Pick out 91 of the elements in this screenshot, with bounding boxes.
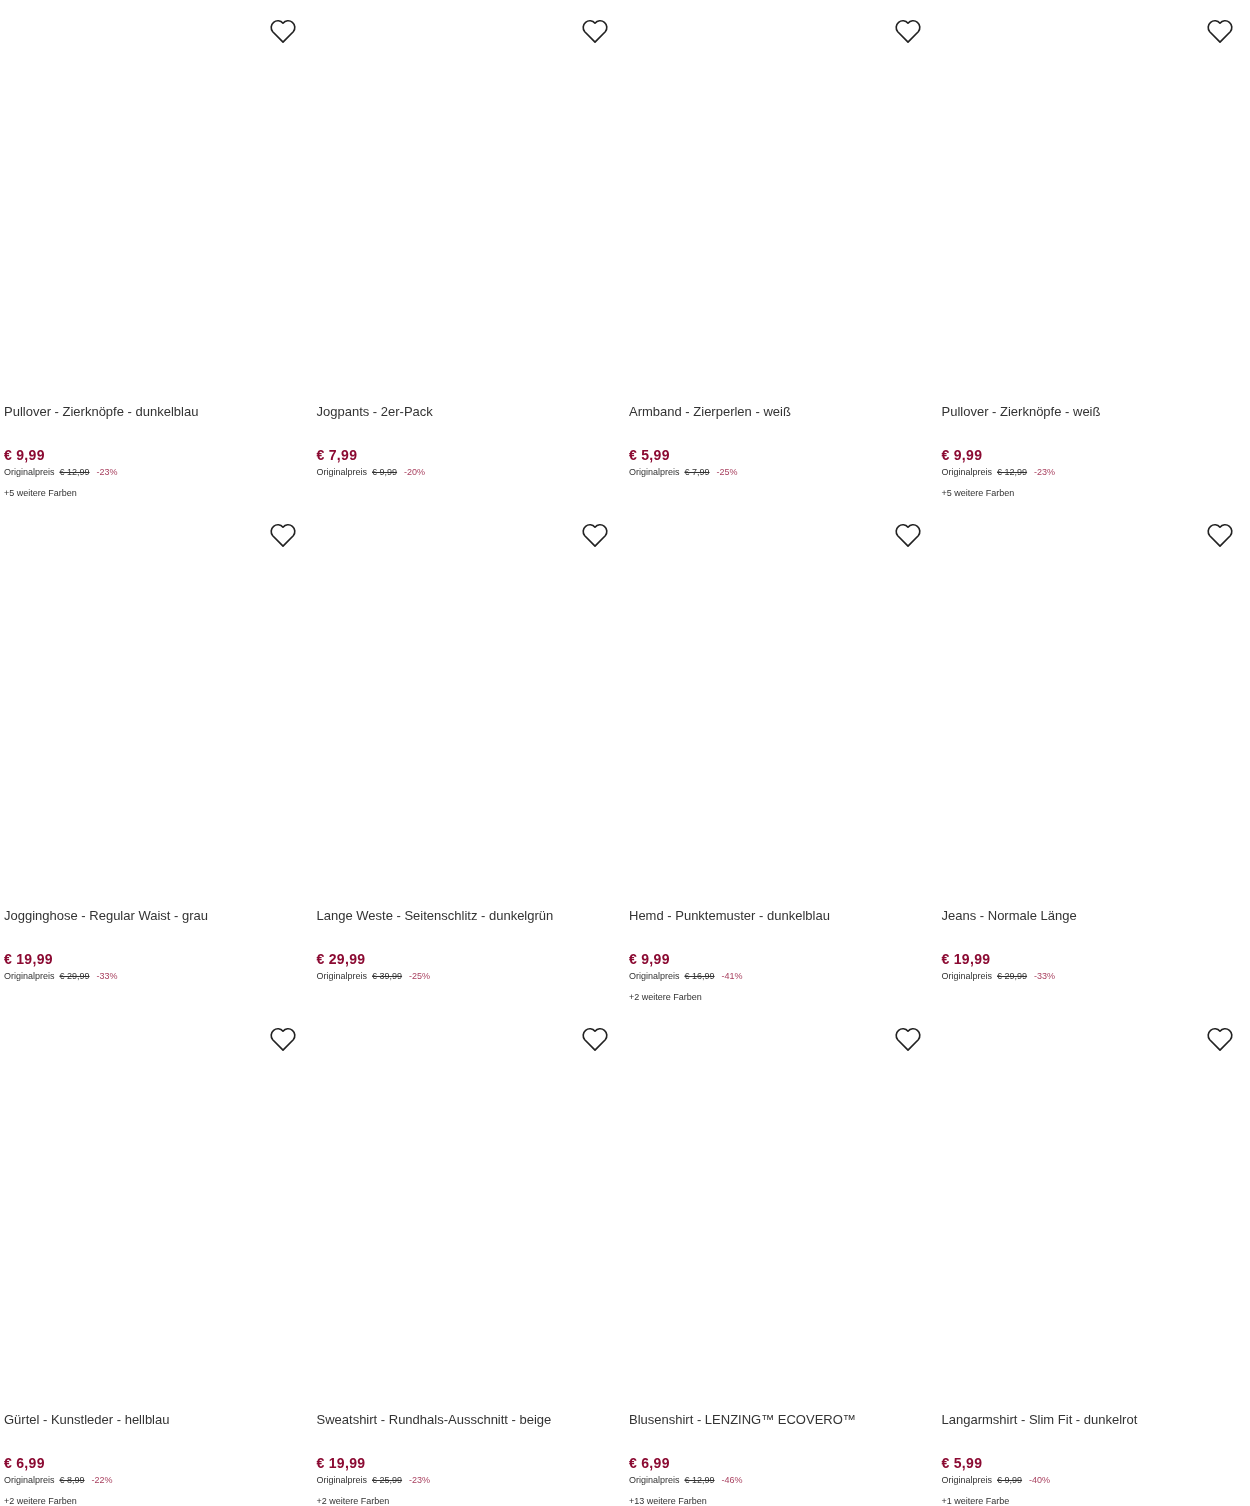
original-price-label: Originalpreis — [4, 970, 55, 983]
sale-price: € 7,99 — [316, 446, 359, 464]
heart-icon — [581, 522, 609, 548]
original-price-label: Originalpreis — [629, 1474, 680, 1487]
sale-price: € 9,99 — [941, 446, 984, 464]
product-title[interactable]: Hemd - Punktemuster - dunkelblau — [629, 907, 930, 925]
product-title[interactable]: Lange Weste - Seitenschlitz - dunkelgrün — [316, 907, 617, 925]
original-price: € 39,99 — [372, 970, 403, 983]
original-price-label: Originalpreis — [316, 1474, 368, 1487]
heart-icon — [893, 18, 922, 44]
sale-price: € 5,99 — [941, 1454, 984, 1472]
discount: -25% — [716, 466, 738, 479]
heart-icon — [1206, 522, 1234, 548]
product-title[interactable]: Pullover - Zierknöpfe - dunkelblau — [4, 403, 305, 421]
more-colors-link[interactable]: +5 weitere Farben — [941, 486, 1242, 500]
original-price: € 16,99 — [684, 970, 715, 983]
sale-price: € 9,99 — [629, 950, 671, 968]
wishlist-button[interactable] — [581, 18, 609, 44]
original-price-label: Originalpreis — [941, 466, 993, 479]
product-title[interactable]: Gürtel - Kunstleder - hellblau — [4, 1411, 305, 1429]
discount: -46% — [721, 1474, 743, 1487]
original-price: € 29,99 — [997, 970, 1028, 983]
original-price-label: Originalpreis — [629, 970, 680, 983]
product-title[interactable]: Jogginghose - Regular Waist - grau — [4, 907, 305, 925]
more-colors-link[interactable]: +2 weitere Farben — [4, 1494, 305, 1506]
original-price: € 29,99 — [59, 970, 90, 983]
sale-price: € 19,99 — [316, 1454, 367, 1472]
sale-price: € 19,99 — [941, 950, 992, 968]
more-colors-link[interactable]: +2 weitere Farben — [629, 990, 930, 1004]
original-price-label: Originalpreis — [316, 970, 368, 983]
product-title[interactable]: Sweatshirt - Rundhals-Ausschnitt - beige — [316, 1411, 617, 1429]
wishlist-button[interactable] — [1206, 522, 1234, 548]
more-colors-link[interactable]: +1 weitere Farbe — [941, 1494, 1242, 1506]
more-colors-link[interactable]: +5 weitere Farben — [4, 486, 305, 500]
original-price-label: Originalpreis — [629, 466, 680, 479]
heart-icon — [1206, 1026, 1234, 1052]
wishlist-button[interactable] — [893, 1026, 922, 1052]
wishlist-button[interactable] — [268, 522, 297, 548]
original-price: € 25,99 — [372, 1474, 403, 1487]
discount: -23% — [96, 466, 118, 479]
wishlist-button[interactable] — [893, 18, 922, 44]
heart-icon — [893, 522, 922, 548]
more-colors-link[interactable]: +2 weitere Farben — [316, 1494, 617, 1506]
original-price-label: Originalpreis — [941, 970, 993, 983]
discount: -23% — [409, 1474, 431, 1487]
discount: -33% — [1034, 970, 1056, 983]
more-colors-link[interactable]: +13 weitere Farben — [629, 1494, 930, 1506]
heart-icon — [268, 522, 297, 548]
product-title[interactable]: Langarmshirt - Slim Fit - dunkelrot — [941, 1411, 1242, 1429]
wishlist-button[interactable] — [1206, 1026, 1234, 1052]
discount: -23% — [1034, 466, 1056, 479]
discount: -33% — [96, 970, 118, 983]
product-title[interactable]: Blusenshirt - LENZING™ ECOVERO™ — [629, 1411, 930, 1429]
heart-icon — [581, 18, 609, 44]
original-price-label: Originalpreis — [941, 1474, 993, 1487]
original-price: € 12,99 — [59, 466, 90, 479]
heart-icon — [581, 1026, 609, 1052]
wishlist-button[interactable] — [1206, 18, 1234, 44]
wishlist-button[interactable] — [268, 18, 297, 44]
original-price: € 9,99 — [372, 466, 398, 479]
sale-price: € 5,99 — [629, 446, 671, 464]
product-title[interactable]: Armband - Zierperlen - weiß — [629, 403, 930, 421]
original-price: € 9,99 — [997, 1474, 1023, 1487]
product-title[interactable]: Jogpants - 2er-Pack — [316, 403, 617, 421]
wishlist-button[interactable] — [893, 522, 922, 548]
original-price: € 12,99 — [997, 466, 1028, 479]
heart-icon — [268, 1026, 297, 1052]
discount: -22% — [91, 1474, 113, 1487]
sale-price: € 9,99 — [4, 446, 46, 464]
heart-icon — [893, 1026, 922, 1052]
discount: -41% — [721, 970, 743, 983]
original-price: € 12,99 — [684, 1474, 715, 1487]
discount: -40% — [1029, 1474, 1051, 1487]
original-price-label: Originalpreis — [4, 1474, 55, 1487]
heart-icon — [1206, 18, 1234, 44]
original-price: € 7,99 — [684, 466, 710, 479]
original-price-label: Originalpreis — [316, 466, 368, 479]
wishlist-button[interactable] — [268, 1026, 297, 1052]
sale-price: € 6,99 — [4, 1454, 46, 1472]
heart-icon — [268, 18, 297, 44]
discount: -20% — [404, 466, 426, 479]
sale-price: € 6,99 — [629, 1454, 671, 1472]
wishlist-button[interactable] — [581, 522, 609, 548]
original-price-label: Originalpreis — [4, 466, 55, 479]
original-price: € 8,99 — [59, 1474, 85, 1487]
product-title[interactable]: Pullover - Zierknöpfe - weiß — [941, 403, 1242, 421]
product-title[interactable]: Jeans - Normale Länge — [941, 907, 1242, 925]
sale-price: € 29,99 — [316, 950, 367, 968]
sale-price: € 19,99 — [4, 950, 54, 968]
wishlist-button[interactable] — [581, 1026, 609, 1052]
discount: -25% — [409, 970, 431, 983]
